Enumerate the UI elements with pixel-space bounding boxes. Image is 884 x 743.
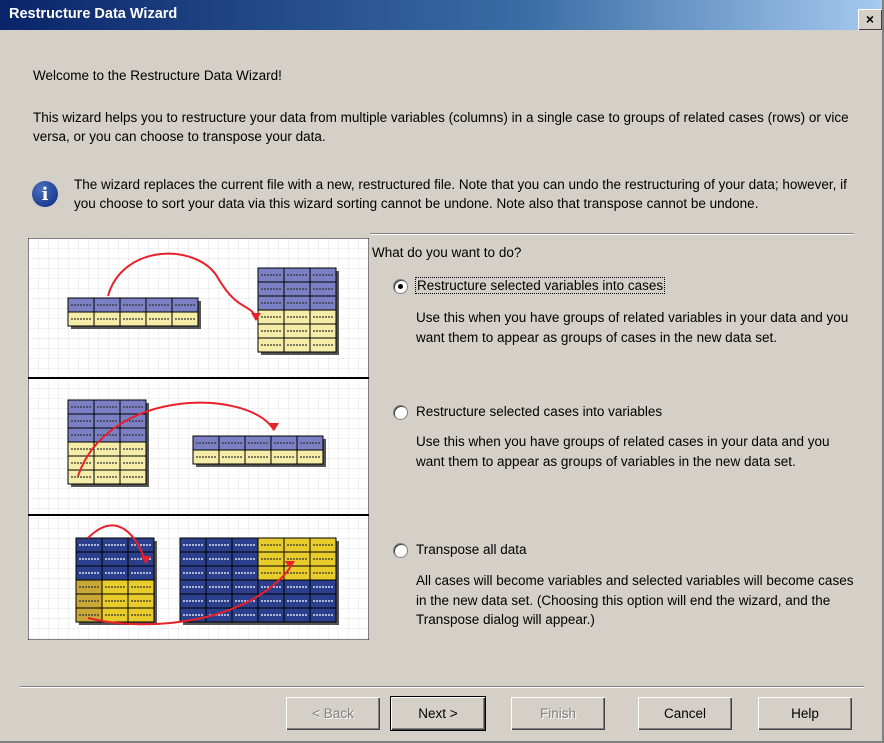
- source-table-3: [75, 537, 157, 625]
- long-table-2: [67, 399, 149, 487]
- option-1-label[interactable]: Restructure selected variables into case…: [414, 277, 666, 294]
- option-1-description: Use this when you have groups of related…: [416, 310, 849, 345]
- radio-option-3[interactable]: [394, 544, 407, 557]
- radio-option-1[interactable]: [394, 280, 407, 293]
- info-icon: i: [32, 181, 58, 207]
- close-icon: ×: [865, 11, 875, 27]
- long-table-1: [257, 267, 339, 355]
- restructure-illustration: [28, 238, 369, 640]
- wizard-dialog: Restructure Data Wizard × Welcome to the…: [0, 0, 884, 743]
- finish-button[interactable]: Finish: [511, 697, 605, 730]
- description-text: This wizard helps you to restructure you…: [33, 110, 849, 144]
- window-title: Restructure Data Wizard: [9, 6, 178, 22]
- wide-table-2: [192, 435, 326, 467]
- option-3-description: All cases will become variables and sele…: [416, 573, 854, 627]
- info-note: The wizard replaces the current file wit…: [74, 177, 847, 211]
- wide-table-1: [67, 297, 201, 329]
- question-label: What do you want to do?: [372, 245, 522, 260]
- option-1-label-text: Restructure selected variables into case…: [414, 277, 666, 294]
- bottom-separator: [20, 686, 864, 688]
- help-button[interactable]: Help: [758, 697, 852, 730]
- radio-option-2[interactable]: [394, 406, 407, 419]
- back-button[interactable]: < Back: [286, 697, 380, 730]
- option-3-label[interactable]: Transpose all data: [416, 542, 527, 557]
- option-2-description: Use this when you have groups of related…: [416, 434, 830, 469]
- option-2-label[interactable]: Restructure selected cases into variable…: [416, 404, 662, 419]
- title-bar[interactable]: Restructure Data Wizard ×: [0, 0, 882, 30]
- result-table-3: [179, 537, 339, 625]
- close-button[interactable]: ×: [858, 9, 882, 30]
- separator: [370, 233, 854, 235]
- next-button[interactable]: Next >: [391, 697, 485, 730]
- welcome-text: Welcome to the Restructure Data Wizard!: [33, 68, 282, 83]
- cancel-button[interactable]: Cancel: [638, 697, 732, 730]
